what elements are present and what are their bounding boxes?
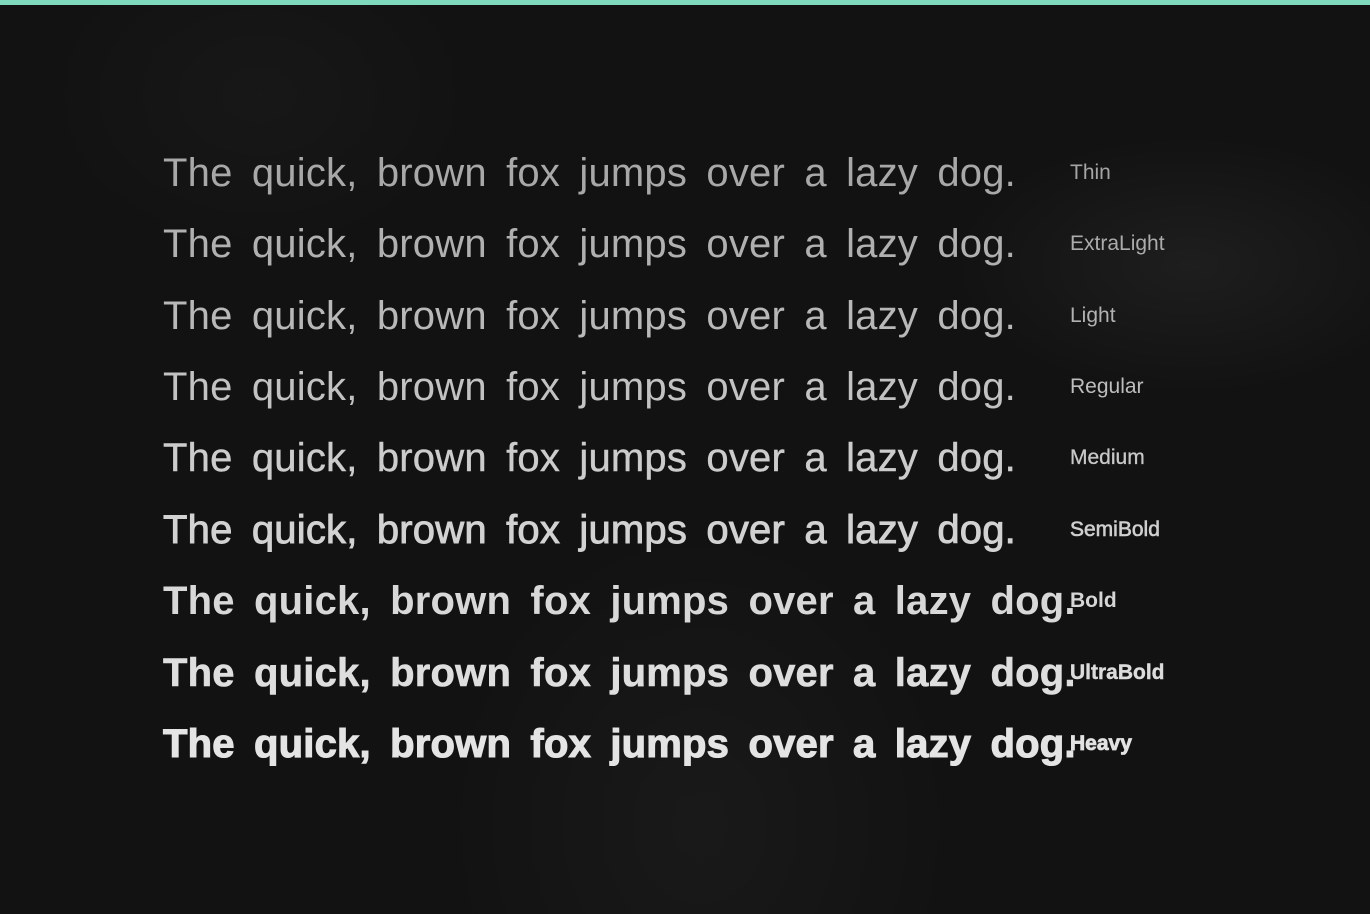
- specimen-row-bold: The quick, brown fox jumps over a lazy d…: [0, 571, 1370, 631]
- specimen-row-medium: The quick, brown fox jumps over a lazy d…: [0, 428, 1370, 488]
- weight-label: Medium: [1070, 446, 1145, 469]
- specimen-row-semibold: The quick, brown fox jumps over a lazy d…: [0, 500, 1370, 560]
- specimen-row-light: The quick, brown fox jumps over a lazy d…: [0, 286, 1370, 346]
- sample-text: The quick, brown fox jumps over a lazy d…: [163, 294, 1016, 338]
- weight-label: Regular: [1070, 375, 1144, 398]
- sample-text: The quick, brown fox jumps over a lazy d…: [163, 151, 1016, 195]
- weight-label: UltraBold: [1070, 661, 1165, 684]
- specimen-row-regular: The quick, brown fox jumps over a lazy d…: [0, 357, 1370, 417]
- sample-text: The quick, brown fox jumps over a lazy d…: [163, 508, 1017, 553]
- sample-text: The quick, brown fox jumps over a lazy d…: [163, 365, 1016, 409]
- specimen-row-thin: The quick, brown fox jumps over a lazy d…: [0, 143, 1370, 203]
- font-weight-specimen: The quick, brown fox jumps over a lazy d…: [0, 0, 1370, 914]
- sample-text: The quick, brown fox jumps over a lazy d…: [163, 651, 1076, 696]
- sample-text: The quick, brown fox jumps over a lazy d…: [162, 721, 1076, 766]
- weight-label: Light: [1070, 304, 1116, 327]
- specimen-row-extralight: The quick, brown fox jumps over a lazy d…: [0, 214, 1370, 274]
- sample-text: The quick, brown fox jumps over a lazy d…: [163, 579, 1076, 623]
- weight-label: Heavy: [1070, 732, 1133, 756]
- specimen-row-heavy: The quick, brown fox jumps over a lazy d…: [0, 714, 1370, 774]
- weight-label: SemiBold: [1070, 518, 1160, 542]
- weight-label: Bold: [1070, 589, 1117, 612]
- sample-text: The quick, brown fox jumps over a lazy d…: [163, 222, 1016, 266]
- sample-text: The quick, brown fox jumps over a lazy d…: [163, 436, 1016, 480]
- weight-label: Thin: [1070, 161, 1111, 184]
- specimen-row-ultrabold: The quick, brown fox jumps over a lazy d…: [0, 643, 1370, 703]
- weight-label: ExtraLight: [1070, 232, 1165, 255]
